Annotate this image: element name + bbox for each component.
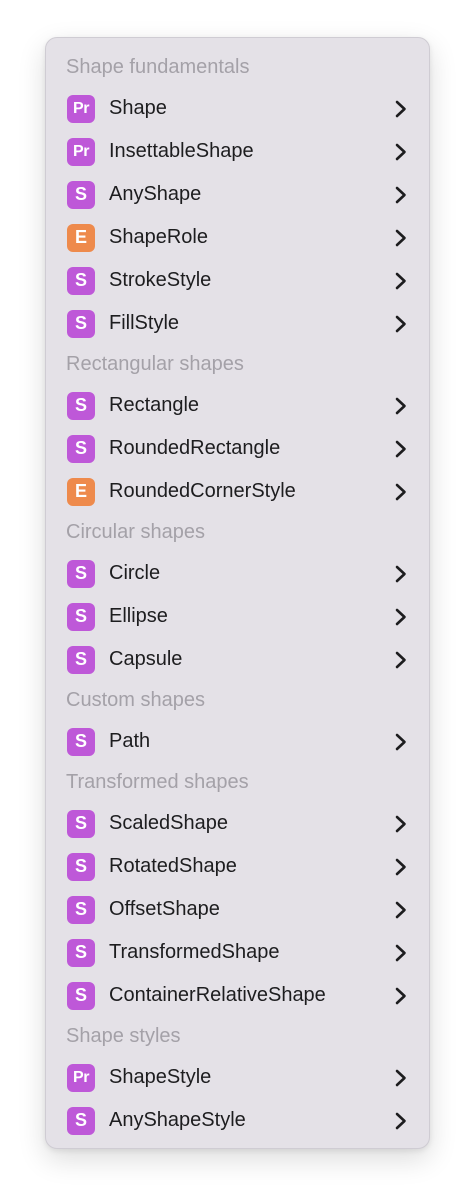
structure-badge-icon: S (67, 309, 95, 338)
structure-badge-icon: S (67, 727, 95, 756)
menu-item-circle[interactable]: S Circle (46, 552, 429, 595)
protocol-badge-icon: Pr (67, 94, 95, 123)
menu-item-capsule[interactable]: S Capsule (46, 638, 429, 681)
chevron-right-icon[interactable] (394, 814, 408, 834)
menu-item-any-shape-style[interactable]: S AnyShapeStyle (46, 1099, 429, 1142)
menu-item-insettable-shape[interactable]: Pr InsettableShape (46, 130, 429, 173)
chevron-right-icon[interactable] (394, 142, 408, 162)
chevron-right-icon[interactable] (394, 99, 408, 119)
menu-item-label: Ellipse (109, 605, 168, 627)
menu-item-fill-style[interactable]: S FillStyle (46, 302, 429, 345)
chevron-right-icon[interactable] (394, 857, 408, 877)
section-header: Rectangular shapes (66, 353, 244, 375)
chevron-right-icon[interactable] (394, 986, 408, 1006)
chevron-right-icon[interactable] (394, 482, 408, 502)
section-header: Shape styles (66, 1025, 181, 1047)
menu-item-label: Rectangle (109, 394, 200, 416)
section-header: Circular shapes (66, 521, 205, 543)
chevron-right-icon[interactable] (394, 650, 408, 670)
menu-item-label: ShapeRole (109, 226, 208, 248)
menu-item-label: RoundedRectangle (109, 437, 281, 459)
menu-item-label: FillStyle (109, 312, 180, 334)
section-header: Shape fundamentals (66, 56, 250, 78)
menu-item-label: ScaledShape (109, 812, 228, 834)
menu-item-label: OffsetShape (109, 898, 220, 920)
structure-badge-icon: S (67, 266, 95, 295)
structure-badge-icon: S (67, 938, 95, 967)
menu-item-offset-shape[interactable]: S OffsetShape (46, 888, 429, 931)
menu-item-label: InsettableShape (109, 140, 254, 162)
chevron-right-icon[interactable] (394, 564, 408, 584)
structure-badge-icon: S (67, 645, 95, 674)
menu-item-shape[interactable]: Pr Shape (46, 87, 429, 130)
menu-item-label: Path (109, 730, 151, 752)
menu-item-label: Circle (109, 562, 161, 584)
structure-badge-icon: S (67, 434, 95, 463)
menu-item-ellipse[interactable]: S Ellipse (46, 595, 429, 638)
chevron-right-icon[interactable] (394, 607, 408, 627)
menu-item-label: Capsule (109, 648, 183, 670)
chevron-right-icon[interactable] (394, 732, 408, 752)
chevron-right-icon[interactable] (394, 1068, 408, 1088)
section-header: Custom shapes (66, 689, 205, 711)
menu-item-path[interactable]: S Path (46, 720, 429, 763)
chevron-right-icon[interactable] (394, 396, 408, 416)
chevron-right-icon[interactable] (394, 228, 408, 248)
menu-item-rectangle[interactable]: S Rectangle (46, 384, 429, 427)
chevron-right-icon[interactable] (394, 900, 408, 920)
menu-item-any-shape[interactable]: S AnyShape (46, 173, 429, 216)
menu-item-rotated-shape[interactable]: S RotatedShape (46, 845, 429, 888)
structure-badge-icon: S (67, 1106, 95, 1135)
structure-badge-icon: S (67, 559, 95, 588)
enumeration-badge-icon: E (67, 477, 95, 506)
menu-item-label: ShapeStyle (109, 1066, 212, 1088)
menu-item-label: AnyShapeStyle (109, 1109, 246, 1131)
chevron-right-icon[interactable] (394, 943, 408, 963)
menu-item-label: RoundedCornerStyle (109, 480, 296, 502)
chevron-right-icon[interactable] (394, 185, 408, 205)
protocol-badge-icon: Pr (67, 1063, 95, 1092)
structure-badge-icon: S (67, 895, 95, 924)
chevron-right-icon[interactable] (394, 271, 408, 291)
structure-badge-icon: S (67, 602, 95, 631)
section-header: Transformed shapes (66, 771, 249, 793)
menu-item-label: Shape (109, 97, 167, 119)
structure-badge-icon: S (67, 852, 95, 881)
enumeration-badge-icon: E (67, 223, 95, 252)
menu-item-shape-style[interactable]: Pr ShapeStyle (46, 1056, 429, 1099)
structure-badge-icon: S (67, 809, 95, 838)
menu-item-rounded-corner-style[interactable]: E RoundedCornerStyle (46, 470, 429, 513)
structure-badge-icon: S (67, 180, 95, 209)
chevron-right-icon[interactable] (394, 314, 408, 334)
menu-item-label: ContainerRelativeShape (109, 984, 326, 1006)
menu-item-label: TransformedShape (109, 941, 280, 963)
chevron-right-icon[interactable] (394, 439, 408, 459)
menu-item-rounded-rectangle[interactable]: S RoundedRectangle (46, 427, 429, 470)
menu-item-container-relative-shape[interactable]: S ContainerRelativeShape (46, 974, 429, 1017)
menu-item-label: AnyShape (109, 183, 202, 205)
menu-item-scaled-shape[interactable]: S ScaledShape (46, 802, 429, 845)
structure-badge-icon: S (67, 391, 95, 420)
chevron-right-icon[interactable] (394, 1111, 408, 1131)
menu-item-label: RotatedShape (109, 855, 237, 877)
shapes-navigation-menu: Shape fundamentals Pr Shape Pr InsettableSha… (45, 37, 430, 1149)
structure-badge-icon: S (67, 981, 95, 1010)
menu-item-label: StrokeStyle (109, 269, 212, 291)
menu-item-shape-role[interactable]: E ShapeRole (46, 216, 429, 259)
protocol-badge-icon: Pr (67, 137, 95, 166)
menu-item-transformed-shape[interactable]: S TransformedShape (46, 931, 429, 974)
menu-item-stroke-style[interactable]: S StrokeStyle (46, 259, 429, 302)
